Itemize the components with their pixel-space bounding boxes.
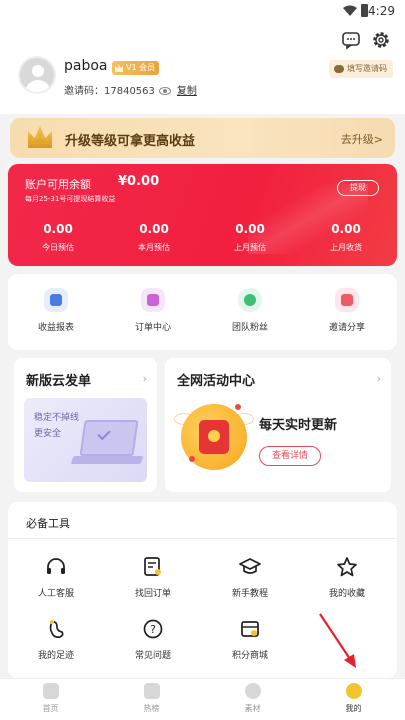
invite-code: 17840563 — [104, 86, 155, 97]
footprint-icon — [49, 620, 64, 639]
question-icon: ? — [143, 619, 163, 639]
tool-points-mall[interactable]: 积分商城 — [202, 618, 298, 661]
balance-card: 账户可用余额 ¥0.00 每月25-31号可提现结算收益 提现 0.00 今日预估… — [8, 164, 397, 266]
stat-last-month-estimate[interactable]: 0.00 上月预估 — [202, 222, 298, 253]
activity-center-card[interactable]: 全网活动中心 › 每天实时更新 查看详情 — [165, 358, 391, 492]
copy-link[interactable]: 复制 — [177, 86, 197, 97]
withdraw-button[interactable]: 提现 — [337, 180, 379, 196]
activity-center-title: 全网活动中心 — [177, 374, 256, 389]
order-icon — [141, 288, 165, 312]
settings-gear-icon[interactable] — [371, 30, 391, 50]
decor-dot — [189, 456, 195, 462]
tool-faq[interactable]: ? 常见问题 — [105, 618, 201, 661]
profile-header: paboa V1 会员 邀请码：17840563 复制 填写邀请码 — [0, 24, 405, 114]
tool-beginner-tutorial[interactable]: 新手教程 — [202, 556, 298, 599]
cloud-order-line1: 稳定不掉线 — [34, 413, 80, 423]
vip-badge: V1 会员 — [112, 61, 160, 75]
quick-link-earnings-report[interactable]: 收益报表 — [8, 288, 104, 333]
tool-my-favorites[interactable]: 我的收藏 — [299, 556, 395, 599]
wechat-icon — [334, 65, 344, 73]
stat-today[interactable]: 0.00 今日预估 — [10, 222, 106, 253]
invite-code-row: 邀请码：17840563 复制 — [64, 82, 197, 97]
report-icon — [44, 288, 68, 312]
tool-find-order[interactable]: 找回订单 — [105, 556, 201, 599]
team-icon — [238, 288, 262, 312]
decor-dot — [235, 404, 241, 410]
upgrade-title: 升级等级可拿更高收益 — [65, 134, 196, 149]
avatar[interactable] — [18, 56, 56, 94]
quick-link-order-center[interactable]: 订单中心 — [105, 288, 201, 333]
cloud-order-illustration: 稳定不掉线 更安全 — [24, 398, 147, 482]
gift-icon — [335, 288, 359, 312]
bottom-tab-bar: 首页 热榜 素材 我的 — [0, 678, 405, 720]
headset-icon — [47, 558, 65, 574]
chevron-right-icon: › — [376, 372, 381, 385]
material-icon — [244, 683, 261, 699]
balance-value: ¥0.00 — [118, 174, 160, 189]
username: paboa — [64, 58, 108, 74]
balance-label: 账户可用余额 — [25, 178, 91, 191]
activity-headline: 每天实时更新 — [259, 418, 338, 433]
crown-icon — [115, 64, 123, 72]
upgrade-link[interactable]: 去升级> — [341, 131, 383, 147]
invite-code-label: 邀请码： — [64, 86, 104, 97]
divider — [8, 538, 397, 539]
graduation-cap-icon — [239, 558, 261, 574]
tool-customer-service[interactable]: 人工客服 — [8, 556, 104, 599]
eye-icon[interactable] — [158, 87, 171, 95]
tools-title: 必备工具 — [26, 517, 70, 530]
status-time: 4:29 — [368, 4, 395, 18]
battery-icon — [361, 4, 368, 17]
svg-text:?: ? — [150, 623, 156, 636]
cloud-order-line2: 更安全 — [34, 429, 62, 439]
fire-icon — [143, 683, 160, 699]
status-bar: 4:29 — [0, 0, 405, 24]
wifi-icon — [343, 5, 357, 16]
message-icon[interactable] — [341, 30, 361, 50]
annotation-arrow-icon — [319, 613, 356, 668]
cloud-order-card[interactable]: 新版云发单 › 稳定不掉线 更安全 — [14, 358, 157, 492]
cloud-order-title: 新版云发单 — [26, 374, 92, 389]
stat-this-month[interactable]: 0.00 本月预估 — [106, 222, 202, 253]
quick-links-card: 收益报表 订单中心 团队粉丝 邀请分享 — [8, 274, 397, 350]
points-mall-icon — [241, 621, 259, 637]
star-icon — [337, 557, 357, 577]
stat-last-month-received[interactable]: 0.00 上月收货 — [298, 222, 394, 253]
crown-icon — [28, 126, 52, 148]
home-icon — [42, 683, 59, 699]
tab-hot-list[interactable]: 热榜 — [101, 683, 202, 714]
find-order-icon — [144, 557, 161, 576]
profile-icon — [345, 683, 362, 699]
tool-my-footprint[interactable]: 我的足迹 — [8, 618, 104, 661]
tab-mine[interactable]: 我的 — [303, 683, 404, 714]
tab-home[interactable]: 首页 — [0, 683, 101, 714]
quick-link-team-fans[interactable]: 团队粉丝 — [202, 288, 298, 333]
laptop-icon — [79, 420, 139, 456]
chevron-right-icon: › — [142, 372, 147, 385]
fill-invite-code-button[interactable]: 填写邀请码 — [329, 60, 393, 78]
view-details-button[interactable]: 查看详情 — [259, 446, 321, 466]
upgrade-banner[interactable]: 升级等级可拿更高收益 去升级> — [10, 118, 395, 158]
tab-material[interactable]: 素材 — [202, 683, 303, 714]
balance-note: 每月25-31号可提现结算收益 — [25, 195, 116, 203]
quick-link-invite-share[interactable]: 邀请分享 — [299, 288, 395, 333]
